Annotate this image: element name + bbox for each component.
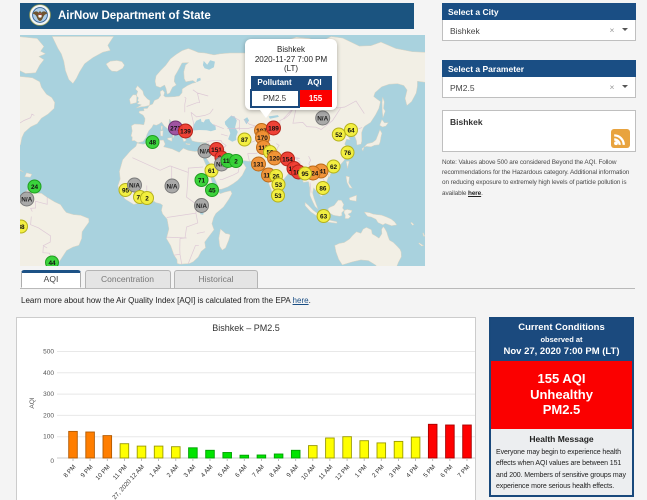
- svg-text:1 AM: 1 AM: [148, 464, 163, 479]
- svg-text:61: 61: [208, 167, 216, 174]
- svg-text:300: 300: [43, 391, 54, 398]
- svg-text:AQI: AQI: [29, 397, 36, 408]
- svg-text:120: 120: [269, 155, 280, 162]
- svg-text:71: 71: [198, 177, 206, 184]
- svg-text:45: 45: [208, 187, 216, 194]
- svg-text:44: 44: [48, 259, 56, 265]
- svg-text:64: 64: [347, 127, 355, 134]
- svg-text:7 AM: 7 AM: [251, 464, 266, 479]
- svg-text:0: 0: [50, 458, 54, 465]
- svg-text:3 PM: 3 PM: [388, 464, 403, 480]
- svg-text:8 AM: 8 AM: [268, 464, 283, 479]
- svg-text:12 PM: 12 PM: [334, 464, 351, 482]
- svg-text:2: 2: [145, 195, 149, 202]
- svg-text:N/A: N/A: [196, 202, 207, 209]
- svg-text:52: 52: [335, 131, 343, 138]
- svg-text:3 AM: 3 AM: [183, 464, 198, 479]
- svg-text:5 AM: 5 AM: [217, 464, 232, 479]
- svg-text:10 PM: 10 PM: [94, 464, 111, 482]
- svg-text:100: 100: [43, 434, 54, 441]
- svg-text:7 PM: 7 PM: [456, 464, 471, 480]
- svg-text:6 AM: 6 AM: [234, 464, 249, 479]
- svg-text:11 AM: 11 AM: [318, 464, 335, 482]
- svg-text:139: 139: [180, 128, 191, 135]
- svg-text:24: 24: [31, 183, 39, 190]
- svg-text:2: 2: [234, 158, 238, 165]
- svg-text:N/A: N/A: [317, 115, 328, 122]
- svg-text:400: 400: [43, 370, 54, 377]
- svg-text:N/A: N/A: [129, 182, 140, 189]
- svg-text:N/A: N/A: [166, 183, 177, 190]
- svg-text:76: 76: [344, 149, 352, 156]
- svg-text:189: 189: [268, 125, 279, 132]
- svg-text:9 PM: 9 PM: [80, 464, 95, 480]
- svg-text:9 AM: 9 AM: [285, 464, 300, 479]
- svg-text:95: 95: [301, 170, 309, 177]
- svg-text:88: 88: [20, 223, 25, 230]
- svg-text:5 PM: 5 PM: [422, 464, 437, 480]
- svg-text:63: 63: [320, 213, 328, 220]
- svg-text:4 PM: 4 PM: [405, 464, 420, 480]
- svg-text:6 PM: 6 PM: [439, 464, 454, 480]
- svg-text:4 AM: 4 AM: [200, 464, 215, 479]
- svg-text:1 PM: 1 PM: [354, 464, 369, 480]
- svg-text:53: 53: [275, 181, 283, 188]
- svg-text:200: 200: [43, 412, 54, 419]
- svg-text:8 PM: 8 PM: [62, 464, 77, 480]
- svg-text:2 AM: 2 AM: [165, 464, 180, 479]
- svg-text:2 PM: 2 PM: [371, 464, 386, 480]
- svg-text:62: 62: [330, 163, 338, 170]
- svg-text:53: 53: [274, 192, 282, 199]
- svg-text:86: 86: [319, 185, 327, 192]
- svg-text:500: 500: [43, 349, 54, 356]
- svg-text:N/A: N/A: [21, 196, 32, 203]
- svg-text:87: 87: [241, 136, 249, 143]
- svg-text:10 AM: 10 AM: [300, 464, 317, 482]
- svg-text:131: 131: [253, 161, 264, 168]
- svg-text:48: 48: [149, 139, 157, 146]
